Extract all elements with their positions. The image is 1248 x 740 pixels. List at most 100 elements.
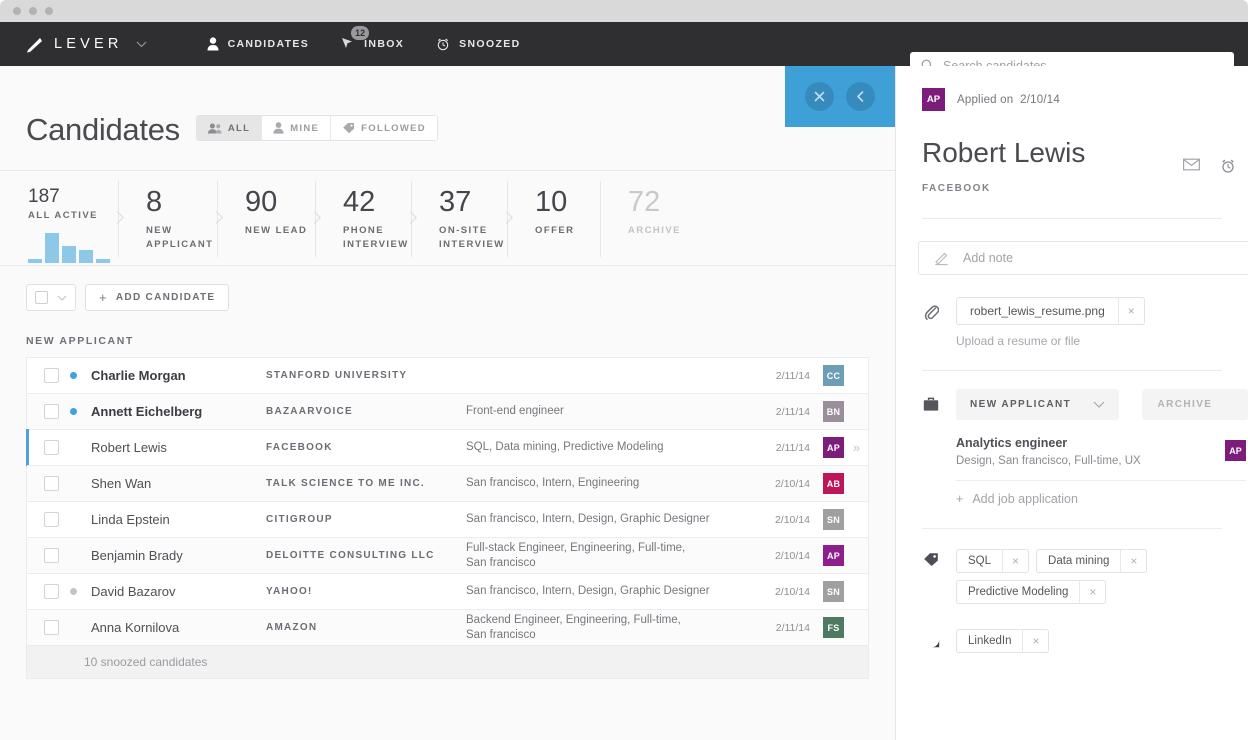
nav-item-candidates[interactable]: CANDIDATES (191, 22, 326, 66)
snoozed-candidates-row[interactable]: 10 snoozed candidates (27, 645, 868, 678)
row-checkbox[interactable] (44, 368, 59, 383)
page-header: Candidates ALL MINE FOLLOWED (0, 66, 895, 148)
unread-dot (70, 372, 77, 379)
candidate-date: 2/11/14 (775, 369, 810, 382)
applied-on-date: 2/10/14 (1020, 93, 1060, 106)
pipeline-stage-onsite-interview[interactable]: 37 ON-SITE INTERVIEW (404, 171, 507, 267)
inbox-badge-count: 12 (351, 26, 370, 40)
paperclip-icon (920, 303, 942, 320)
filter-tab-mine[interactable]: MINE (262, 116, 332, 140)
row-checkbox[interactable] (44, 548, 59, 563)
table-row[interactable]: David Bazarov YAHOO! San francisco, Inte… (27, 573, 868, 609)
resume-filename: robert_lewis_resume.png (970, 304, 1105, 318)
candidate-name: Benjamin Brady (91, 548, 183, 563)
close-panel-button[interactable] (805, 82, 834, 111)
pipeline-stage-archive[interactable]: 72 ARCHIVE (600, 171, 710, 267)
remove-source-icon[interactable]: × (1022, 630, 1048, 652)
snoozed-candidates-label: 10 snoozed candidates (84, 655, 208, 669)
row-checkbox[interactable] (44, 584, 59, 599)
pipeline-stage-phone-interview[interactable]: 42 PHONE INTERVIEW (308, 171, 411, 267)
add-note-placeholder: Add note (963, 251, 1014, 265)
candidate-date: 2/11/14 (775, 405, 810, 418)
candidate-org: STANFORD UNIVERSITY (266, 370, 408, 381)
add-candidate-button[interactable]: + ADD CANDIDATE (85, 284, 230, 311)
chevron-left-icon (855, 90, 866, 103)
close-window-dot[interactable] (13, 7, 21, 15)
job-stage-select[interactable]: NEW APPLICANT (956, 389, 1119, 420)
remove-tag-icon[interactable]: × (1120, 550, 1146, 572)
job-stage-value: NEW APPLICANT (970, 399, 1072, 410)
candidate-date: 2/10/14 (774, 585, 810, 598)
source-chip[interactable]: LinkedIn × (956, 629, 1050, 653)
table-row[interactable]: Linda Epstein CITIGROUP San francisco, I… (27, 501, 868, 537)
back-button[interactable] (846, 82, 875, 111)
tag-chip[interactable]: Predictive Modeling × (956, 580, 1107, 604)
remove-tag-icon[interactable]: × (1079, 581, 1105, 603)
row-checkbox[interactable] (44, 440, 59, 455)
remove-attachment-icon[interactable]: × (1117, 298, 1144, 324)
applied-on-label: Applied on 2/10/14 (957, 94, 1060, 106)
candidate-tags: SQL, Data mining, Predictive Modeling (466, 441, 664, 453)
pipeline-stage-new-lead[interactable]: 90 NEW LEAD (210, 171, 315, 267)
tag-chip[interactable]: SQL × (956, 549, 1030, 573)
candidate-detail-panel: AP Applied on 2/10/14 Robert Lewis FACEB… (895, 66, 1248, 740)
minimize-window-dot[interactable] (29, 7, 37, 15)
filter-tab-all[interactable]: ALL (196, 116, 263, 140)
pipeline-stage-all-active[interactable]: 187 ALL ACTIVE (0, 171, 118, 267)
source-icon (920, 631, 942, 648)
row-checkbox[interactable] (44, 620, 59, 635)
table-row[interactable]: Charlie Morgan STANFORD UNIVERSITY 2/11/… (27, 357, 868, 393)
window-controls (13, 7, 53, 15)
nav-label-inbox: INBOX (364, 38, 405, 50)
upload-hint: Upload a resume or file (956, 334, 1081, 348)
nav-item-snoozed[interactable]: SNOOZED (420, 22, 536, 66)
pipeline-label-archive: ARCHIVE (628, 225, 681, 236)
candidate-org: DELOITTE CONSULTING LLC (266, 550, 435, 561)
table-row[interactable]: Annett Eichelberg BAZAARVOICE Front-end … (27, 393, 868, 429)
table-row[interactable]: Benjamin Brady DELOITTE CONSULTING LLC F… (27, 537, 868, 573)
remove-tag-icon[interactable]: × (1002, 550, 1028, 572)
avatar: SN (823, 581, 844, 602)
tag-chip[interactable]: Data mining × (1036, 549, 1148, 573)
maximize-window-dot[interactable] (45, 7, 53, 15)
filter-tab-mine-label: MINE (290, 122, 320, 134)
pipeline-stage-offer[interactable]: 10 OFFER (500, 171, 600, 267)
pipeline-count-new-applicant: 8 (146, 186, 163, 218)
candidate-tags: Front-end engineer (466, 405, 564, 417)
pipeline-stage-new-applicant[interactable]: 8 NEW APPLICANT (111, 171, 217, 267)
attachment-row: robert_lewis_resume.png × (920, 297, 1248, 325)
brand-logo[interactable]: LEVER (26, 36, 147, 53)
unread-dot (70, 408, 77, 415)
unread-dot (70, 480, 77, 487)
alarm-clock-icon[interactable] (1220, 158, 1236, 174)
envelope-icon[interactable] (1183, 158, 1200, 174)
pipeline-stage-bar: 187 ALL ACTIVE 8 NEW APPLICANT 90 NEW LE… (0, 170, 895, 266)
table-row[interactable]: Robert Lewis FACEBOOK SQL, Data mining, … (26, 429, 868, 466)
pipeline-count-archive: 72 (628, 186, 661, 218)
page-title: Candidates (26, 112, 180, 147)
chevron-down-icon[interactable] (136, 41, 147, 48)
add-job-application-button[interactable]: + Add job application (956, 492, 1248, 506)
pipeline-label-new-lead: NEW LEAD (245, 225, 308, 236)
row-checkbox[interactable] (44, 512, 59, 527)
filter-tab-followed[interactable]: FOLLOWED (331, 116, 437, 140)
candidate-org: CITIGROUP (266, 514, 333, 525)
people-icon (207, 123, 222, 134)
job-application-row[interactable]: Analytics engineer Design, San francisco… (956, 434, 1246, 481)
row-checkbox[interactable] (44, 476, 59, 491)
archive-button[interactable]: ARCHIVE (1141, 389, 1248, 420)
briefcase-icon (920, 397, 942, 412)
table-row[interactable]: Anna Kornilova AMAZON Backend Engineer, … (27, 609, 868, 645)
select-all-dropdown[interactable] (26, 284, 76, 311)
select-all-checkbox[interactable] (35, 291, 48, 304)
tag-chip-list: SQL × Data mining × Predictive Modeling … (956, 549, 1206, 611)
resume-file-chip[interactable]: robert_lewis_resume.png × (956, 297, 1145, 325)
row-checkbox[interactable] (44, 404, 59, 419)
row-expand-icon[interactable]: » (844, 440, 868, 455)
table-row[interactable]: Shen Wan TALK SCIENCE TO ME INC. San fra… (27, 465, 868, 501)
candidate-date: 2/10/14 (774, 477, 810, 490)
add-note-input[interactable]: Add note (918, 241, 1248, 275)
job-title: Analytics engineer (956, 436, 1068, 450)
candidate-date: 2/10/14 (774, 549, 810, 562)
nav-item-inbox[interactable]: 12 INBOX (325, 22, 420, 66)
